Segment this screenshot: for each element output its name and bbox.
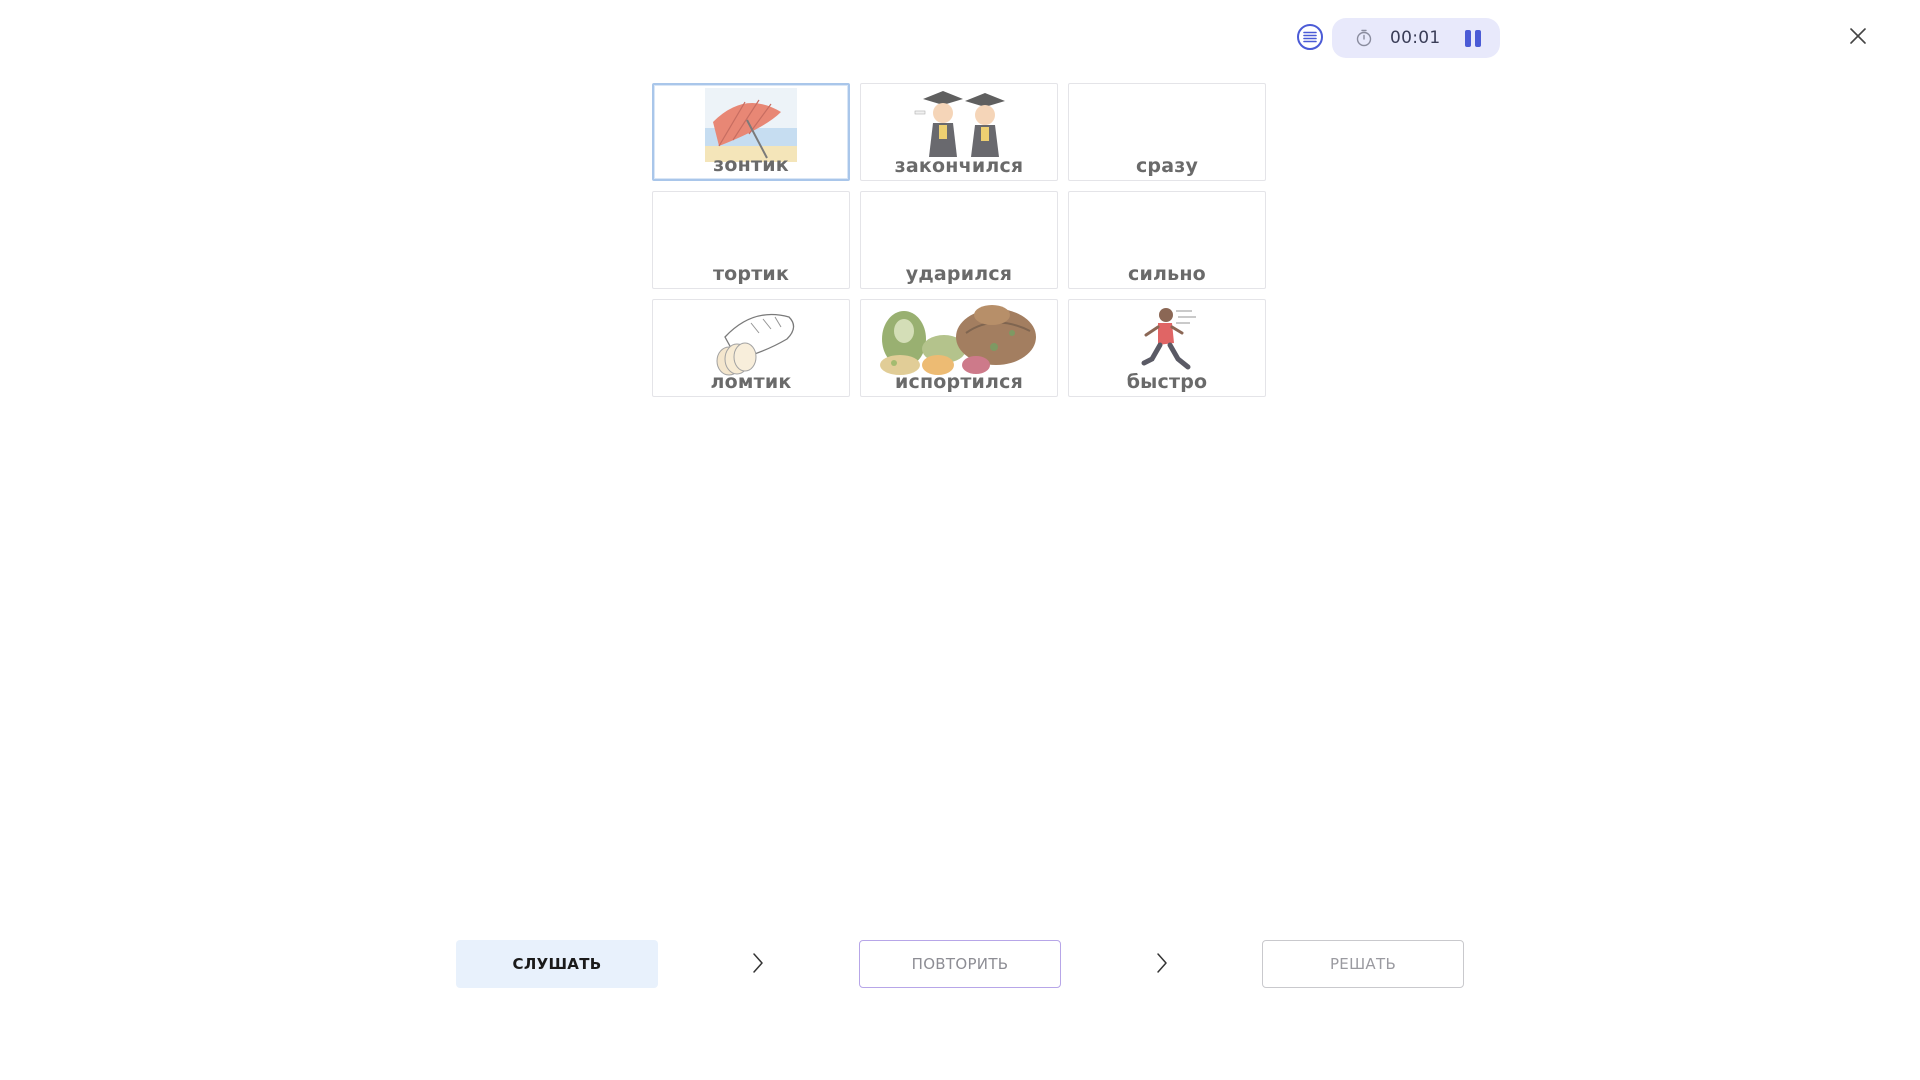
chevron-right-icon — [1157, 953, 1167, 973]
chevron-right-icon — [753, 953, 763, 973]
card-word: ломтик — [710, 371, 792, 393]
timer-panel: 00:01 — [1332, 18, 1500, 58]
card-word: сильно — [1128, 263, 1206, 285]
card-word: ударился — [905, 263, 1013, 285]
word-card[interactable]: ломтик — [652, 299, 850, 397]
word-card[interactable]: зонтик — [652, 83, 850, 181]
card-word: закончился — [894, 155, 1024, 177]
word-card[interactable]: ударился — [860, 191, 1058, 289]
word-card[interactable]: быстро — [1068, 299, 1266, 397]
exercise-screen: 00:01 зонтик закончился сразу тортик уда… — [0, 0, 1920, 1080]
card-word: испортился — [894, 371, 1024, 393]
word-grid: зонтик закончился сразу тортик ударился … — [652, 83, 1266, 397]
graduates-image — [861, 87, 1057, 161]
card-word: сразу — [1135, 155, 1199, 177]
pause-icon[interactable] — [1463, 28, 1483, 48]
word-card[interactable]: испортился — [860, 299, 1058, 397]
list-icon[interactable] — [1297, 24, 1323, 50]
close-icon[interactable] — [1846, 24, 1870, 48]
word-card[interactable]: сразу — [1068, 83, 1266, 181]
card-word: зонтик — [713, 154, 789, 176]
solve-button[interactable]: РЕШАТЬ — [1262, 940, 1464, 988]
word-card[interactable]: сильно — [1068, 191, 1266, 289]
word-card[interactable]: закончился — [860, 83, 1058, 181]
umbrella-image — [654, 88, 848, 162]
timer-value: 00:01 — [1390, 28, 1441, 48]
running-boy-image — [1069, 303, 1265, 377]
card-word: тортик — [712, 263, 790, 285]
repeat-button[interactable]: ПОВТОРИТЬ — [859, 940, 1061, 988]
bread-slice-image — [653, 303, 849, 377]
word-card[interactable]: тортик — [652, 191, 850, 289]
card-word: быстро — [1126, 371, 1208, 393]
listen-button[interactable]: СЛУШАТЬ — [456, 940, 658, 988]
spoiled-food-image — [861, 303, 1057, 377]
stopwatch-icon — [1356, 29, 1372, 47]
